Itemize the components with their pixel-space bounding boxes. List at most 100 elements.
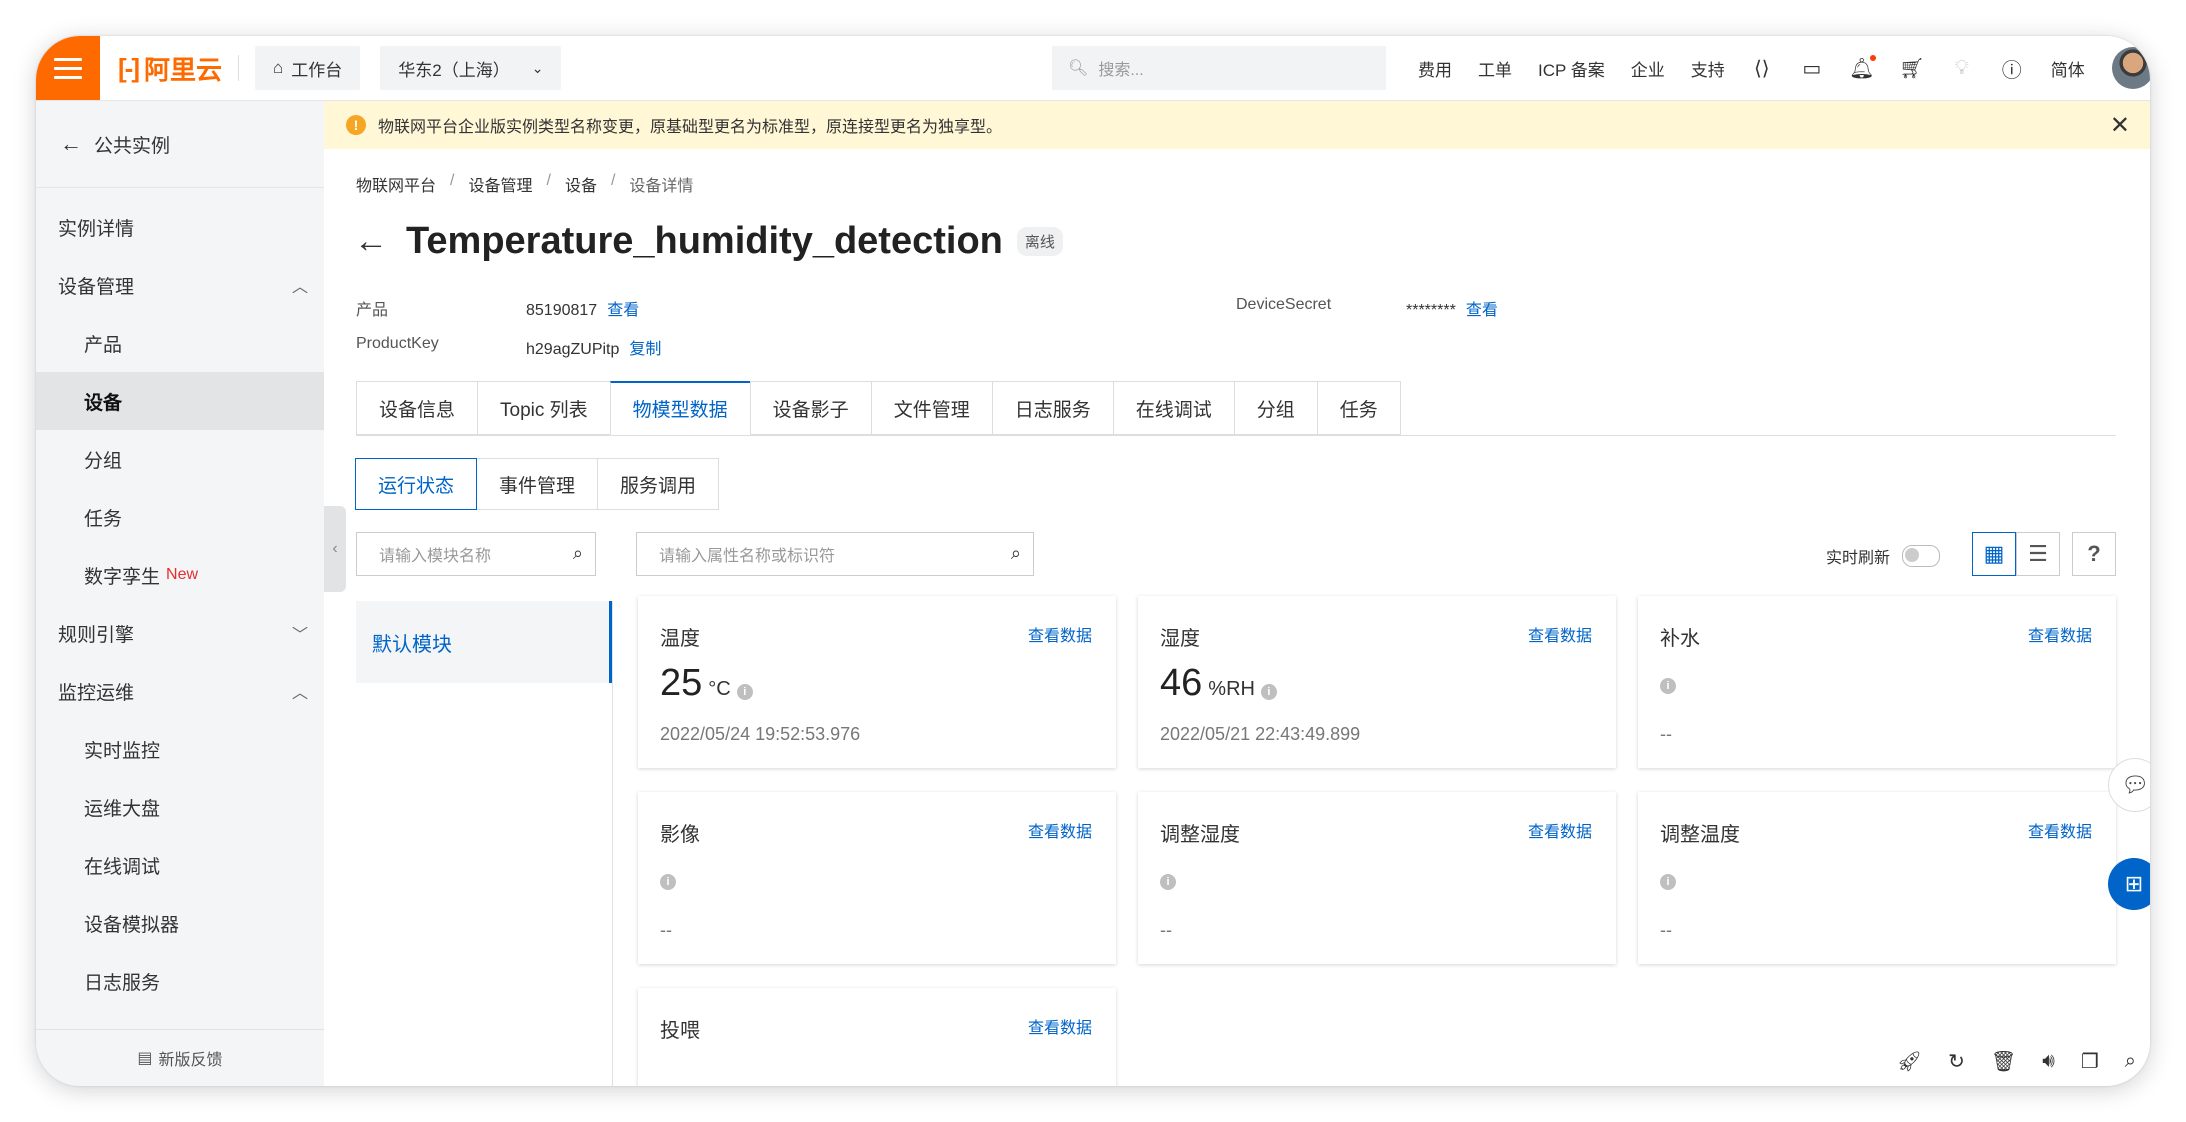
app-window: [-] 阿里云 ⌂ 工作台 华东2（上海） ⌄ 🔍︎ 搜索... 费用 工单 I… xyxy=(36,36,2150,1086)
property-search-input[interactable]: 请输入属性名称或标识符 ⌕ xyxy=(636,532,1034,576)
sidebar-item-rule-engine[interactable]: 规则引擎 ﹀ xyxy=(36,604,324,662)
view-data-link[interactable]: 查看数据 xyxy=(1528,622,1592,646)
region-label: 华东2（上海） xyxy=(398,60,510,80)
sidebar-item-label: 在线调试 xyxy=(84,856,161,878)
tab-file-management[interactable]: 文件管理 xyxy=(870,381,992,435)
secret-view-link[interactable]: 查看 xyxy=(1466,302,1498,319)
breadcrumb-item[interactable]: 物联网平台 xyxy=(356,172,436,196)
property-name: 投喂 xyxy=(660,1020,700,1042)
sidebar-item-log-service[interactable]: 日志服务 xyxy=(36,952,324,1010)
view-data-link[interactable]: 查看数据 xyxy=(1028,622,1092,646)
aliyun-mark-icon: [-] xyxy=(118,52,140,83)
info-icon[interactable]: i xyxy=(1660,874,1676,890)
search-icon[interactable]: ⌕ xyxy=(573,543,583,564)
sidebar-item-product[interactable]: 产品 xyxy=(36,314,324,372)
breadcrumb-item[interactable]: 设备 xyxy=(565,172,597,196)
lightbulb-icon[interactable]: 💡︎ xyxy=(1951,57,1973,79)
question-icon: ? xyxy=(2087,541,2101,566)
back-arrow-icon[interactable]: ← xyxy=(354,222,388,261)
property-card-image: 影像 查看数据 i -- xyxy=(638,792,1116,964)
help-icon[interactable]: ⓘ xyxy=(2001,57,2023,82)
info-icon[interactable]: i xyxy=(736,684,753,700)
region-selector[interactable]: 华东2（上海） ⌄ xyxy=(380,46,562,90)
global-search-input[interactable]: 🔍︎ 搜索... xyxy=(1052,46,1386,90)
view-data-link[interactable]: 查看数据 xyxy=(1028,818,1092,842)
sound-icon[interactable]: 🔊︎ xyxy=(2042,1050,2055,1073)
property-value: i xyxy=(1660,676,1676,694)
sidebar-item-digital-twin[interactable]: 数字孪生 New xyxy=(36,546,324,604)
tab-log-service[interactable]: 日志服务 xyxy=(991,381,1113,435)
menu-icon[interactable] xyxy=(36,36,100,100)
view-data-link[interactable]: 查看数据 xyxy=(2028,818,2092,842)
realtime-refresh-toggle[interactable] xyxy=(1902,545,1941,567)
subtab-running-status[interactable]: 运行状态 xyxy=(355,458,478,510)
terminal-icon[interactable]: ▭ xyxy=(1801,57,1823,80)
sidebar-item-group[interactable]: 分组 xyxy=(36,430,324,488)
sidebar-item-device-management[interactable]: 设备管理 ︿ xyxy=(36,256,324,314)
tab-online-debug[interactable]: 在线调试 xyxy=(1112,381,1234,435)
brand-name: 阿里云 xyxy=(143,54,222,85)
window-icon[interactable]: ❐ xyxy=(2081,1049,2099,1074)
trash-icon[interactable]: 🗑︎ xyxy=(1991,1049,2016,1074)
list-view-button[interactable]: ☰ xyxy=(2016,532,2060,576)
subtab-service-invocation[interactable]: 服务调用 xyxy=(597,458,720,510)
bell-icon[interactable]: 🔔︎ xyxy=(1849,55,1876,80)
sidebar-item-monitoring[interactable]: 监控运维 ︿ xyxy=(36,662,324,720)
sidebar-item-device[interactable]: 设备 xyxy=(36,372,324,430)
module-item-default[interactable]: 默认模块 xyxy=(356,601,612,683)
link-icp[interactable]: ICP 备案 xyxy=(1538,56,1605,81)
product-view-link[interactable]: 查看 xyxy=(607,302,639,319)
back-to-instances[interactable]: ← 公共实例 xyxy=(36,101,324,188)
notice-text: 物联网平台企业版实例类型名称变更，原基础型更名为标准型，原连接型更名为独享型。 xyxy=(378,119,1003,136)
sidebar-item-device-simulator[interactable]: 设备模拟器 xyxy=(36,894,324,952)
search-icon[interactable]: ⌕ xyxy=(1011,543,1021,564)
feedback-button[interactable]: ▤ 新版反馈 xyxy=(36,1029,324,1086)
code-editor-icon[interactable]: ⟨⟩ xyxy=(1751,57,1773,80)
info-icon[interactable]: i xyxy=(1660,678,1676,694)
tab-device-info[interactable]: 设备信息 xyxy=(356,381,478,435)
productkey-copy-link[interactable]: 复制 xyxy=(629,341,661,358)
view-data-link[interactable]: 查看数据 xyxy=(2028,622,2092,646)
sidebar-item-task[interactable]: 任务 xyxy=(36,488,324,546)
subtab-event-management[interactable]: 事件管理 xyxy=(476,458,599,510)
breadcrumb-item[interactable]: 设备管理 xyxy=(468,172,532,196)
avatar[interactable] xyxy=(2112,47,2150,89)
tab-thing-model-data[interactable]: 物模型数据 xyxy=(609,381,750,435)
tab-group[interactable]: 分组 xyxy=(1233,381,1317,435)
grid-view-button[interactable]: ▦ xyxy=(1972,532,2016,576)
aliyun-logo[interactable]: [-] 阿里云 xyxy=(118,50,222,87)
tab-topic-list[interactable]: Topic 列表 xyxy=(477,381,610,435)
breadcrumb: 物联网平台 / 设备管理 / 设备 / 设备详情 xyxy=(356,172,694,196)
link-enterprise[interactable]: 企业 xyxy=(1631,56,1665,81)
link-tickets[interactable]: 工单 xyxy=(1478,56,1512,81)
link-support[interactable]: 支持 xyxy=(1691,56,1725,81)
tab-device-shadow[interactable]: 设备影子 xyxy=(749,381,871,435)
sidebar-item-instance-detail[interactable]: 实例详情 xyxy=(36,198,324,256)
property-card-humidity: 湿度 查看数据 46 %RH i 2022/05/21 22:43:49.899 xyxy=(1138,596,1616,768)
tab-task[interactable]: 任务 xyxy=(1316,381,1401,435)
sidebar-item-label: 设备 xyxy=(84,392,123,414)
notice-banner: ! 物联网平台企业版实例类型名称变更，原基础型更名为标准型，原连接型更名为独享型… xyxy=(324,101,2150,149)
view-data-link[interactable]: 查看数据 xyxy=(1528,818,1592,842)
info-icon[interactable]: i xyxy=(1260,684,1277,700)
property-value: i xyxy=(1160,872,1176,890)
refresh-icon[interactable]: ↻ xyxy=(1948,1049,1965,1074)
sidebar-item-online-debug[interactable]: 在线调试 xyxy=(36,836,324,894)
close-icon[interactable]: ✕ xyxy=(2110,111,2130,140)
secret-meta-value: ******** 查看 xyxy=(1406,296,1498,320)
language-switch[interactable]: 简体 xyxy=(2051,56,2085,81)
help-button[interactable]: ? xyxy=(2072,532,2116,576)
info-icon[interactable]: i xyxy=(660,874,676,890)
info-icon[interactable]: i xyxy=(1160,874,1176,890)
chevron-down-icon: ⌄ xyxy=(531,59,544,76)
search-icon[interactable]: ⌕ xyxy=(2125,1050,2136,1073)
sidebar-item-ops-dashboard[interactable]: 运维大盘 xyxy=(36,778,324,836)
link-billing[interactable]: 费用 xyxy=(1418,56,1452,81)
rocket-icon[interactable]: 🚀︎ xyxy=(1897,1049,1922,1074)
module-search-input[interactable]: 请输入模块名称 ⌕ xyxy=(356,532,596,576)
workbench-button[interactable]: ⌂ 工作台 xyxy=(255,46,361,90)
sidebar-collapse-handle[interactable]: ‹ xyxy=(324,506,346,592)
sidebar-item-realtime-monitor[interactable]: 实时监控 xyxy=(36,720,324,778)
cart-icon[interactable]: 🛒︎ xyxy=(1899,57,1924,80)
view-data-link[interactable]: 查看数据 xyxy=(1028,1014,1092,1038)
